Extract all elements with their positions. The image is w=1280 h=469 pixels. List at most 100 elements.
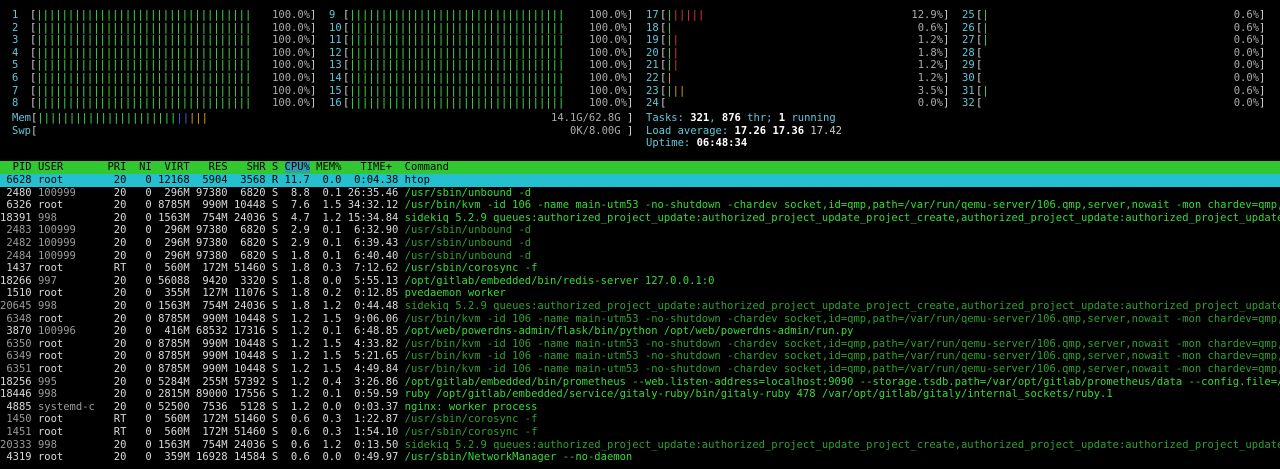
user-cell: 100996 [37,325,95,338]
col-pid[interactable]: PID [0,161,32,173]
cpu-meter-13: 13[|||||||||||||||||||||||||||||||||| [329,59,565,72]
nice-cell: 0 [126,224,152,237]
col-cpu-sorted[interactable]: CPU% [284,161,310,173]
process-row[interactable]: 20333 998 20 0 1563M 754M 24036 S 0.6 1.… [0,439,1280,452]
cpu-percent: 100.0% [589,9,627,21]
cpu-meter-26: 26[| [962,21,989,34]
nice-cell: 0 [126,274,152,287]
time-cell: 7:12.62 [341,262,405,275]
cpu-number: 15 [329,84,342,97]
process-row[interactable]: 6326 root 20 0 8785M 990M 10448 S 7.6 1.… [0,199,1280,212]
cpu-usage-bar: |||||||||||||||||||||||||||||||||| [36,34,252,47]
cpu-percent: 100.0% [272,72,310,84]
process-table-header[interactable]: PID USER PRI NI VIRT RES SHR S CPU% MEM%… [0,161,1280,174]
cpu-cell: 1.8 [278,300,310,312]
state-cell: S [265,350,279,363]
process-row[interactable]: 6349 root 20 0 8785M 990M 10448 S 1.2 1.… [0,350,1280,363]
process-row[interactable]: 18446 998 20 0 2815M 89000 17556 S 1.2 0… [0,388,1280,401]
meter-bracket: ] [1259,34,1266,47]
meter-bracket: ] [627,72,634,84]
cpu-usage-bar: | [666,72,673,84]
cpu-cell: 8.8 [278,186,310,199]
pid-cell: 18446 [0,388,38,401]
res-cell: 97380 [189,224,228,237]
col-mem[interactable]: MEM% [310,161,341,173]
cpu-percent: 100.0% [589,97,627,110]
col-state[interactable]: S [266,161,278,173]
cpu-percent: 100.0% [272,59,310,72]
mem-cell: 0.0 [309,451,342,464]
cpu-cell: 1.2 [278,388,310,401]
command-cell: /usr/bin/kvm -id 106 -name main-utm53 -n… [404,199,1280,212]
cpu-number: 26 [962,21,975,34]
cpu-cell: 0.6 [278,413,310,426]
state-cell: R [265,174,279,186]
user-cell: root [37,413,95,426]
cpu-meter-15: 15[|||||||||||||||||||||||||||||||||| [329,84,565,97]
cpu-meter-28: 28[ [962,46,983,59]
pid-cell: 18391 [0,211,38,224]
user-cell: root [37,363,95,375]
col-res[interactable]: RES [190,161,228,173]
command-cell: /opt/gitlab/embedded/bin/redis-server 12… [404,274,715,287]
process-row[interactable]: 2484 100999 20 0 296M 97380 6820 S 1.8 0… [0,250,1280,263]
cpu-percent: 1.2% [917,34,943,47]
memory-value: 14.1G/62.8G [551,112,621,124]
col-shr[interactable]: SHR [228,161,266,173]
mem-cell: 0.3 [309,413,342,426]
process-row[interactable]: 3870 100996 20 0 416M 68532 17316 S 1.2 … [0,325,1280,338]
user-cell: 100999 [37,224,95,237]
time-cell: 0:49.97 [341,451,405,464]
shr-cell: 10448 [227,350,266,363]
process-row[interactable]: 1437 root RT 0 560M 172M 51460 S 1.8 0.3… [0,262,1280,275]
process-row[interactable]: 6628 root 20 0 12168 5904 3568 R 11.7 0.… [0,174,1280,187]
meter-bracket: ] [943,21,950,34]
col-pri[interactable]: PRI [95,161,126,173]
pid-cell: 20333 [0,438,38,451]
process-row[interactable]: 20645 998 20 0 1563M 754M 24036 S 1.8 1.… [0,300,1280,313]
cpu-cell: 4.7 [278,211,310,224]
nice-cell: 0 [126,287,152,300]
cpu-meter-16: 16[|||||||||||||||||||||||||||||||||| [329,97,565,110]
pid-cell: 6326 [0,199,38,212]
col-ni[interactable]: NI [126,161,152,173]
process-row[interactable]: 18266 997 20 0 56088 9420 3320 S 1.8 0.0… [0,275,1280,288]
cpu-meter-30: 30[ [962,72,983,84]
res-cell: 97380 [189,186,228,199]
col-user[interactable]: USER [38,161,95,173]
cpu-meter-12: 12[|||||||||||||||||||||||||||||||||| [329,46,565,59]
process-row[interactable]: 2483 100999 20 0 296M 97380 6820 S 2.9 0… [0,224,1280,237]
mem-cell: 0.1 [309,224,342,237]
process-row[interactable]: 1510 root 20 0 355M 127M 11076 S 1.8 0.2… [0,287,1280,300]
process-row[interactable]: 1451 root RT 0 560M 172M 51460 S 0.6 0.3… [0,426,1280,439]
process-row[interactable]: 1450 root RT 0 560M 172M 51460 S 0.6 0.3… [0,413,1280,426]
time-cell: 3:26.86 [341,375,405,388]
process-row[interactable]: 6348 root 20 0 8785M 990M 10448 S 1.2 1.… [0,313,1280,326]
virt-cell: 5284M [151,375,190,388]
cpu-meter-11: 11[|||||||||||||||||||||||||||||||||| [329,34,565,47]
col-time[interactable]: TIME+ [341,161,392,173]
priority-cell: RT [94,426,127,438]
process-row[interactable]: 6351 root 20 0 8785M 990M 10448 S 1.2 1.… [0,363,1280,376]
process-row[interactable]: 18391 998 20 0 1563M 754M 24036 S 4.7 1.… [0,212,1280,225]
virt-cell: 416M [151,325,190,338]
pid-cell: 3870 [0,325,38,338]
col-virt[interactable]: VIRT [152,161,189,173]
cpu-meter-5: 5 [|||||||||||||||||||||||||||||||||| [12,59,252,72]
process-row[interactable]: 6350 root 20 0 8785M 990M 10448 S 1.2 1.… [0,338,1280,351]
mem-cell: 0.0 [309,174,342,186]
meter-bracket: ] [310,72,317,84]
process-row[interactable]: 2482 100999 20 0 296M 97380 6820 S 2.9 0… [0,237,1280,250]
command-cell: /usr/sbin/NetworkManager --no-daemon [404,451,633,464]
process-row[interactable]: 2480 100999 20 0 296M 97380 6820 S 8.8 0… [0,187,1280,200]
col-command[interactable]: Command [392,161,449,173]
swap-value: 0K/8.00G [570,124,621,137]
state-cell: S [265,274,279,287]
cpu-meter-21: 21[|| [646,59,679,72]
process-row[interactable]: 18256 995 20 0 5284M 255M 57392 S 1.2 0.… [0,376,1280,389]
priority-cell: 20 [94,363,127,375]
process-row[interactable]: 4319 root 20 0 359M 16928 14584 S 0.6 0.… [0,451,1280,464]
process-row[interactable]: 4885 systemd-c 20 0 52500 7536 5128 S 1.… [0,401,1280,414]
cpu-number: 4 [12,46,19,59]
meter-bracket: ] [943,84,950,97]
